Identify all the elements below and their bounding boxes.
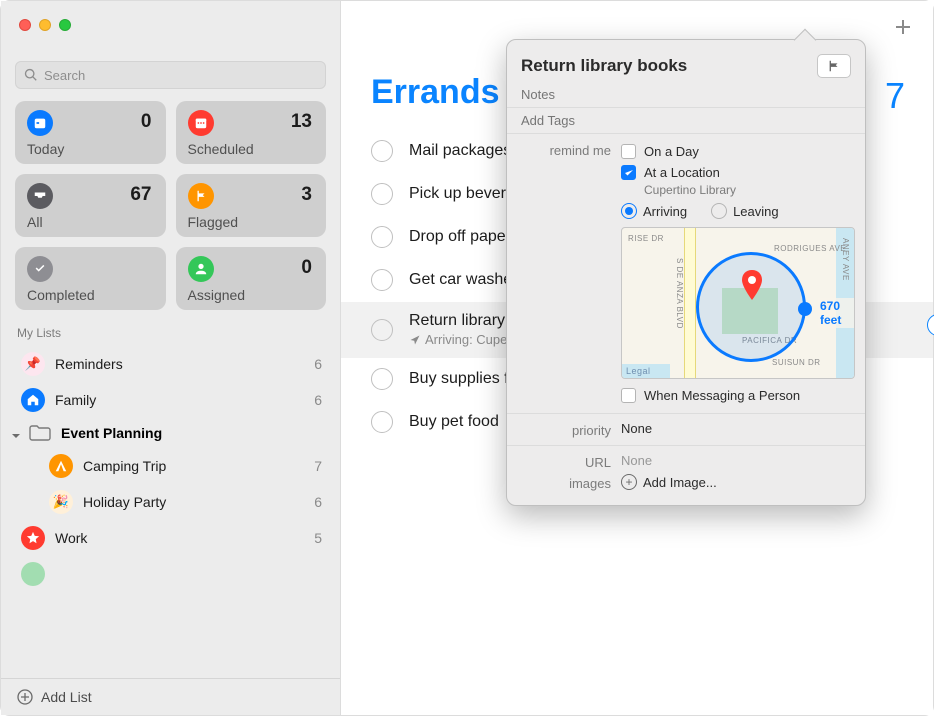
list-name: Holiday Party <box>83 494 314 510</box>
radius-distance: 670 feet <box>818 298 854 328</box>
assigned-count: 0 <box>301 257 312 279</box>
leaving-radio[interactable]: Leaving <box>711 203 779 219</box>
smartlist-assigned[interactable]: 0 Assigned <box>176 247 327 310</box>
list-name: Work <box>55 530 314 546</box>
list-name: Reminders <box>55 356 314 372</box>
reminder-title: Buy pet food <box>409 413 499 431</box>
complete-toggle[interactable] <box>371 226 393 248</box>
location-map[interactable]: RISE DR S DE ANZA BLVD RODRIGUES AVE PAC… <box>621 227 855 379</box>
info-button[interactable]: i <box>927 314 934 336</box>
flagged-count: 3 <box>301 184 312 206</box>
url-value[interactable]: None <box>621 453 851 468</box>
folder-icon <box>29 424 51 442</box>
reminder-title: Get car washed <box>409 271 521 289</box>
today-count: 0 <box>141 111 152 133</box>
list-family[interactable]: Family 6 <box>1 382 340 418</box>
complete-toggle[interactable] <box>371 269 393 291</box>
flag-icon <box>827 59 841 73</box>
location-name: Cupertino Library <box>644 183 855 197</box>
radius-handle[interactable] <box>798 302 812 316</box>
smartlist-today[interactable]: 0 Today <box>15 101 166 164</box>
priority-value[interactable]: None <box>621 421 851 436</box>
checkmark-icon <box>33 262 47 276</box>
popover-title[interactable]: Return library books <box>521 56 809 76</box>
search-field[interactable] <box>15 61 326 89</box>
mylists-header: My Lists <box>1 322 340 346</box>
plus-icon <box>893 17 913 37</box>
arriving-radio[interactable]: Arriving <box>621 203 687 219</box>
list-reminders[interactable]: 📌 Reminders 6 <box>1 346 340 382</box>
calendar-icon <box>194 116 208 130</box>
list-holiday-party[interactable]: 🎉 Holiday Party 6 <box>1 484 340 520</box>
house-icon <box>26 393 40 407</box>
smartlist-flagged[interactable]: 3 Flagged <box>176 174 327 237</box>
on-a-day-checkbox[interactable]: On a Day <box>621 141 855 162</box>
when-messaging-checkbox[interactable]: When Messaging a Person <box>621 385 855 406</box>
list-count: 6 <box>314 356 322 372</box>
reminder-details-popover: Return library books remind me On a Day … <box>506 39 866 506</box>
remind-me-label: remind me <box>521 141 621 158</box>
smartlist-completed[interactable]: Completed <box>15 247 166 310</box>
star-icon <box>26 531 40 545</box>
plus-circle-icon <box>17 689 33 705</box>
flagged-label: Flagged <box>188 214 315 230</box>
complete-toggle[interactable] <box>371 319 393 341</box>
priority-label: priority <box>521 421 621 438</box>
list-name: Family <box>55 392 314 408</box>
list-count: 5 <box>314 530 322 546</box>
list-name: Camping Trip <box>83 458 314 474</box>
folder-event-planning[interactable]: Event Planning <box>1 418 340 448</box>
geofence-circle <box>696 252 806 362</box>
window-zoom-button[interactable] <box>59 19 71 31</box>
calendar-icon <box>33 116 47 130</box>
window-minimize-button[interactable] <box>39 19 51 31</box>
notes-field[interactable] <box>521 87 851 102</box>
list-camping-trip[interactable]: Camping Trip 7 <box>1 448 340 484</box>
flag-icon <box>194 189 208 203</box>
sidebar: 0 Today 13 Scheduled 67 All 3 Flagged Co… <box>1 1 341 715</box>
add-list-label: Add List <box>41 689 92 705</box>
at-location-checkbox[interactable]: At a Location <box>621 162 855 183</box>
folder-name: Event Planning <box>61 425 322 441</box>
tags-field[interactable] <box>521 113 851 128</box>
url-label: URL <box>521 453 621 470</box>
complete-toggle[interactable] <box>371 140 393 162</box>
add-list-button[interactable]: Add List <box>1 678 340 715</box>
list-partial[interactable] <box>1 556 340 592</box>
new-reminder-button[interactable] <box>893 17 913 42</box>
all-count: 67 <box>130 184 151 206</box>
search-icon <box>24 68 38 82</box>
window-close-button[interactable] <box>19 19 31 31</box>
all-label: All <box>27 214 154 230</box>
flag-button[interactable] <box>817 54 851 78</box>
tent-icon <box>54 459 68 473</box>
today-label: Today <box>27 141 154 157</box>
list-total-count: 7 <box>885 75 905 117</box>
smartlist-all[interactable]: 67 All <box>15 174 166 237</box>
complete-toggle[interactable] <box>371 368 393 390</box>
images-label: images <box>521 474 621 491</box>
reminder-title: Mail packages <box>409 142 511 160</box>
completed-label: Completed <box>27 287 154 303</box>
add-image-button[interactable]: + Add Image... <box>621 474 851 490</box>
list-count: 7 <box>314 458 322 474</box>
plus-circle-icon: + <box>621 474 637 490</box>
complete-toggle[interactable] <box>371 183 393 205</box>
person-icon <box>194 262 208 276</box>
tray-icon <box>33 189 47 203</box>
scheduled-label: Scheduled <box>188 141 315 157</box>
assigned-label: Assigned <box>188 287 315 303</box>
location-arrow-icon <box>409 334 421 346</box>
checkmark-icon <box>624 168 634 178</box>
search-input[interactable] <box>44 68 317 83</box>
list-work[interactable]: Work 5 <box>1 520 340 556</box>
chevron-down-icon <box>11 428 21 438</box>
list-count: 6 <box>314 494 322 510</box>
complete-toggle[interactable] <box>371 411 393 433</box>
scheduled-count: 13 <box>291 111 312 133</box>
map-pin-icon <box>740 270 764 294</box>
list-count: 6 <box>314 392 322 408</box>
smartlist-scheduled[interactable]: 13 Scheduled <box>176 101 327 164</box>
